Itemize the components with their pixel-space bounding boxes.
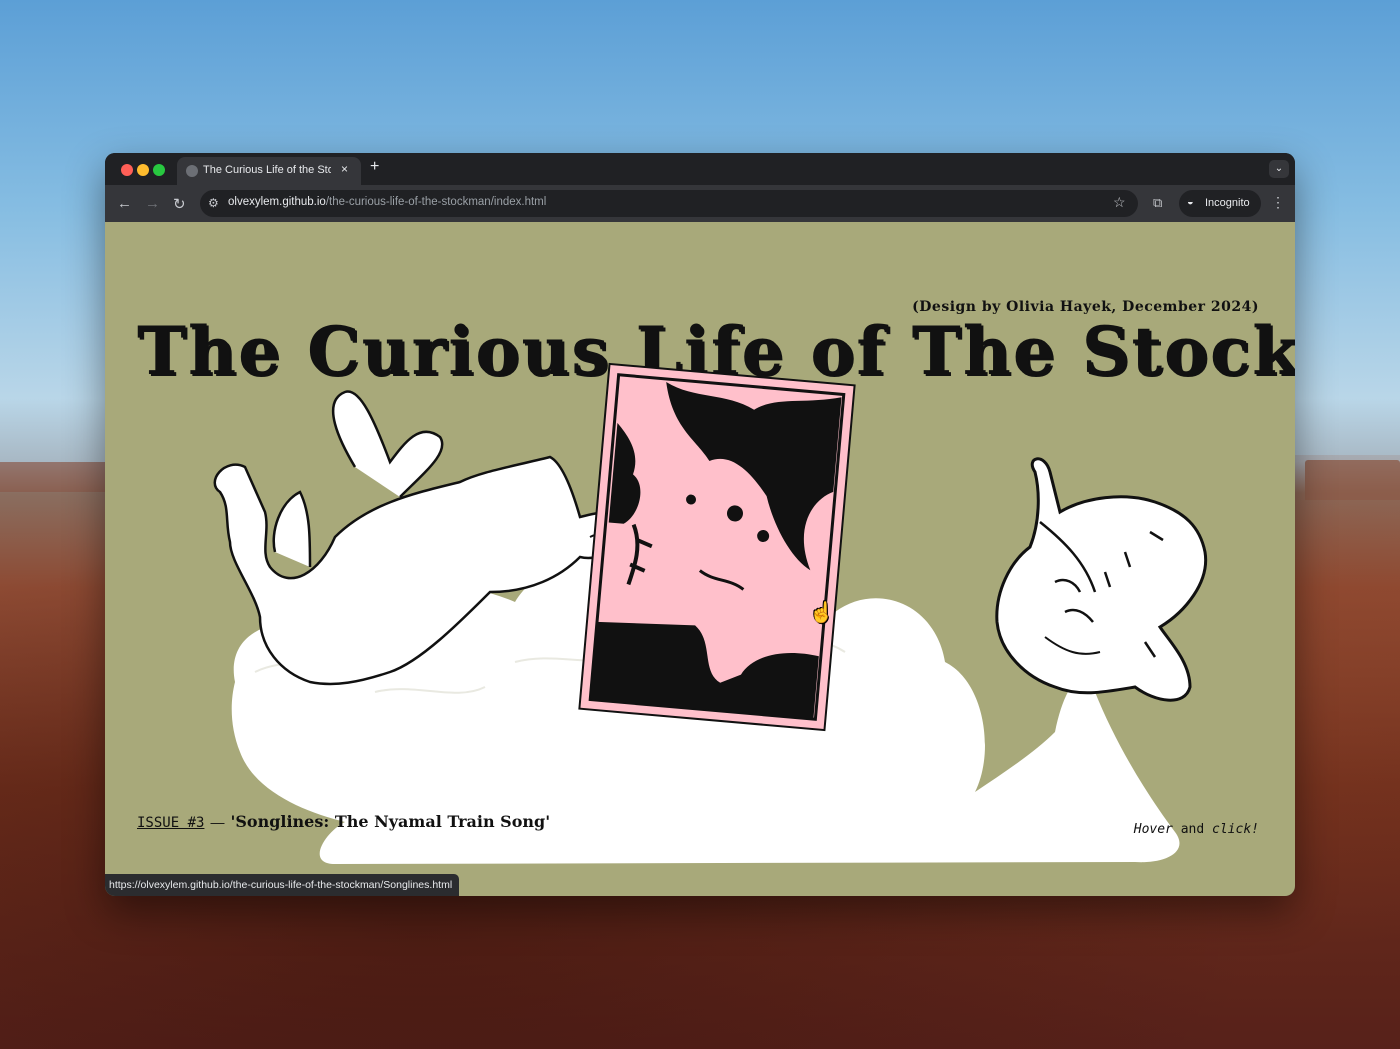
minimize-window-button[interactable] xyxy=(137,164,149,176)
web-page: (Design by Olivia Hayek, December 2024) … xyxy=(105,222,1295,896)
star-icon[interactable]: ☆ xyxy=(1113,194,1126,211)
status-bar-url: https://olvexylem.github.io/the-curious-… xyxy=(105,874,460,896)
hand-pointer-icon: ☝ xyxy=(809,602,834,624)
tab-title: The Curious Life of the Stockman xyxy=(203,164,331,176)
tab-search-button[interactable]: ⌄ xyxy=(1269,160,1289,178)
extensions-icon[interactable]: ⧉ xyxy=(1153,195,1162,211)
reload-icon[interactable]: ↻ xyxy=(173,195,186,213)
stockman-photo-card[interactable] xyxy=(577,362,857,732)
incognito-label: Incognito xyxy=(1205,197,1250,209)
new-tab-button[interactable]: + xyxy=(370,158,379,176)
issue-title[interactable]: 'Songlines: The Nyamal Train Song' xyxy=(230,812,550,831)
cow-illustration xyxy=(213,390,627,686)
tab-close-icon[interactable]: × xyxy=(341,162,348,176)
issue-dash: — xyxy=(210,814,225,830)
incognito-icon: ◒ xyxy=(1187,196,1194,208)
desert-butte-left xyxy=(0,462,105,492)
kebab-menu-icon[interactable]: ⋮ xyxy=(1271,194,1285,211)
back-arrow-icon[interactable]: ← xyxy=(117,195,132,212)
maximize-window-button[interactable] xyxy=(153,164,165,176)
address-bar[interactable]: ⚙ olvexylem.github.io/the-curious-life-o… xyxy=(200,190,1138,217)
issue-number-link[interactable]: ISSUE #3 xyxy=(137,815,204,831)
browser-window: The Curious Life of the Stockman × + ⌄ ←… xyxy=(105,153,1295,896)
forward-arrow-icon[interactable]: → xyxy=(145,195,160,212)
desert-butte-right xyxy=(1305,460,1400,500)
issue-line: ISSUE #3 — 'Songlines: The Nyamal Train So… xyxy=(137,812,550,831)
browser-toolbar: ← → ↻ ⚙ olvexylem.github.io/the-curious-… xyxy=(105,185,1295,222)
close-window-button[interactable] xyxy=(121,164,133,176)
incognito-badge[interactable]: ◒ Incognito xyxy=(1179,190,1261,217)
tab-strip: The Curious Life of the Stockman × + ⌄ xyxy=(105,153,1295,185)
url-text[interactable]: olvexylem.github.io/the-curious-life-of-… xyxy=(228,196,546,208)
tune-icon[interactable]: ⚙ xyxy=(208,196,219,210)
tab-active[interactable]: The Curious Life of the Stockman × xyxy=(177,157,361,185)
favicon-icon xyxy=(186,165,198,177)
hover-hint: Hover and click! xyxy=(1133,822,1259,837)
hat-illustration xyxy=(995,457,1208,702)
